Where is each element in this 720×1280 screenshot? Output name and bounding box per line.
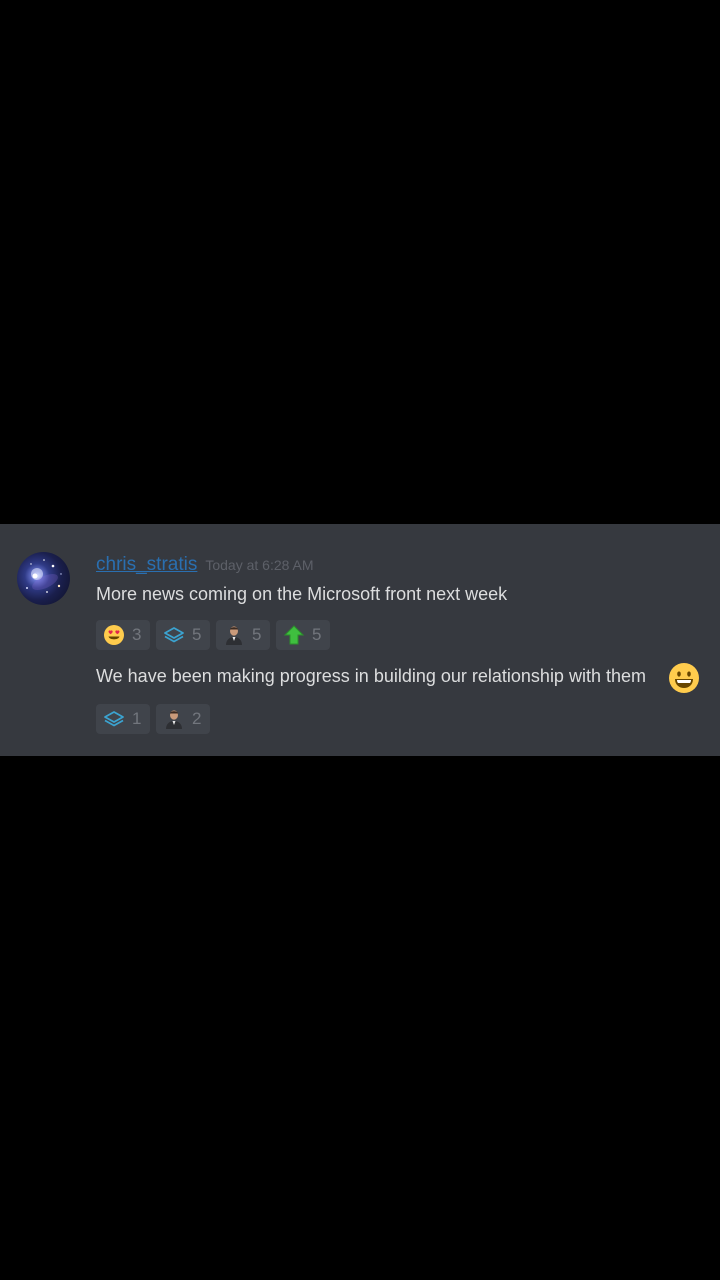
- reaction-layers[interactable]: 1: [96, 704, 150, 734]
- reaction-count: 5: [312, 625, 322, 644]
- reaction-heart-eyes[interactable]: 3: [96, 620, 150, 650]
- person-emoji-icon: [162, 707, 186, 731]
- reaction-bar: 1 2: [96, 704, 210, 734]
- reaction-count: 2: [192, 709, 202, 728]
- reaction-bar: 3 5 5 5: [96, 620, 330, 650]
- user-avatar[interactable]: [17, 552, 70, 605]
- grinning-face-emoji-icon: [668, 662, 700, 694]
- reaction-up-arrow[interactable]: 5: [276, 620, 330, 650]
- reaction-count: 5: [192, 625, 202, 644]
- reaction-person[interactable]: 5: [216, 620, 270, 650]
- username-link[interactable]: chris_stratis: [96, 554, 197, 576]
- layers-icon: [102, 707, 126, 731]
- reaction-count: 3: [132, 625, 142, 644]
- reaction-count: 1: [132, 709, 142, 728]
- reaction-count: 5: [252, 625, 262, 644]
- chat-message-group: chris_stratis Today at 6:28 AM More news…: [0, 524, 720, 756]
- reaction-layers[interactable]: 5: [156, 620, 210, 650]
- green-up-arrow-icon: [282, 623, 306, 647]
- heart-eyes-emoji-icon: [102, 623, 126, 647]
- message-text: We have been making progress in building…: [96, 666, 646, 686]
- message-text: More news coming on the Microsoft front …: [96, 584, 508, 604]
- reaction-person[interactable]: 2: [156, 704, 210, 734]
- person-emoji-icon: [222, 623, 246, 647]
- message-timestamp: Today at 6:28 AM: [205, 557, 314, 573]
- message-header: chris_stratis Today at 6:28 AM: [96, 554, 314, 578]
- galaxy-avatar-icon: [26, 559, 62, 593]
- screen: chris_stratis Today at 6:28 AM More news…: [0, 0, 720, 1280]
- layers-icon: [162, 623, 186, 647]
